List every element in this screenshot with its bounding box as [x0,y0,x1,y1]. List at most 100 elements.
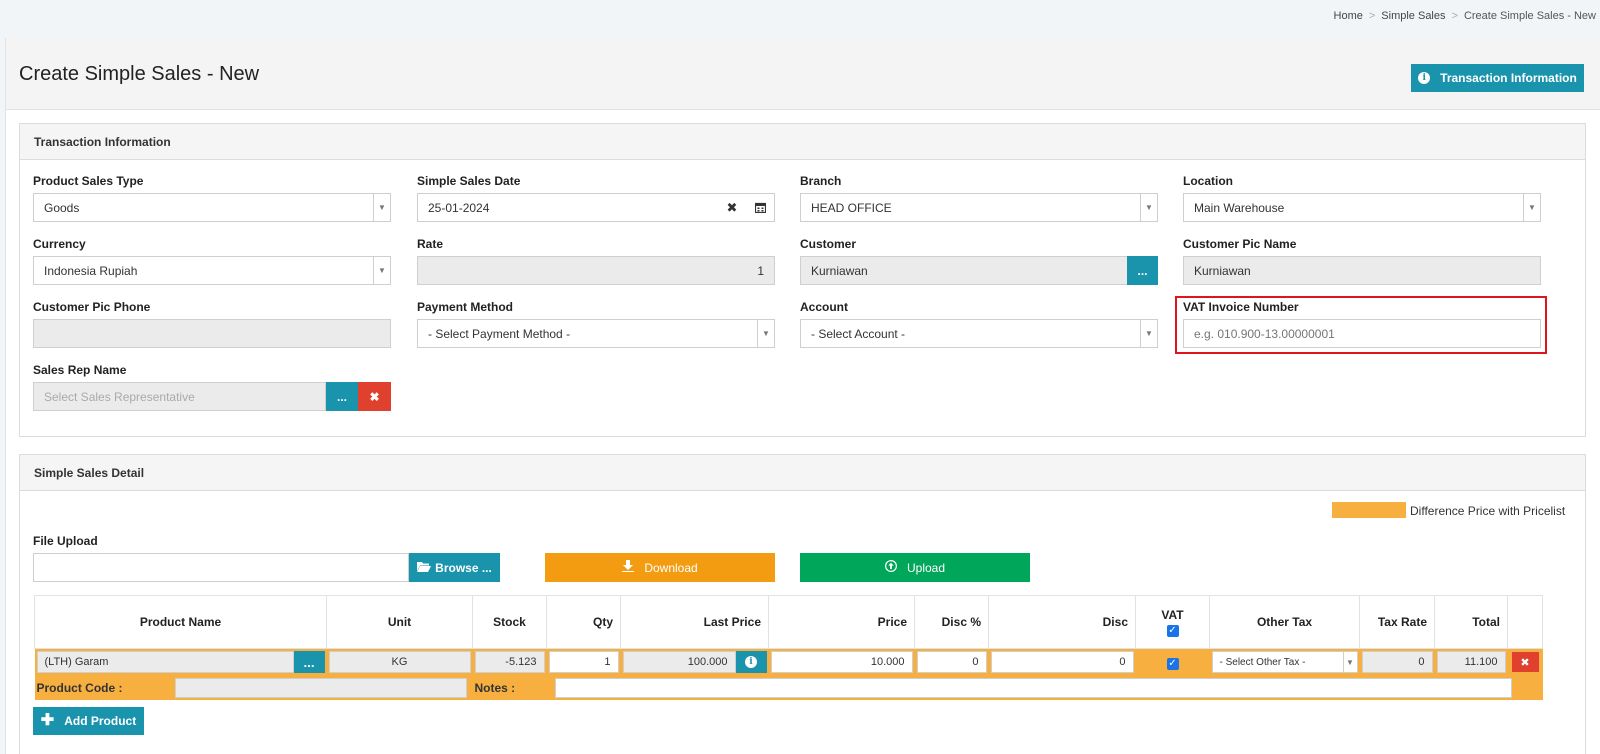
payment-method-value: - Select Payment Method - [428,326,571,341]
product-picker-button[interactable]: ... [293,651,325,673]
transaction-information-button[interactable]: i Transaction Information [1411,64,1584,92]
product-code-cell: Product Code : [34,675,473,700]
account-select[interactable]: - Select Account - ▼ [800,319,1158,348]
last-price-info-button[interactable]: i [735,651,767,673]
info-icon: i [1418,72,1431,84]
chevron-down-icon: ▼ [1140,194,1157,221]
product-code-label: Product Code : [36,680,123,695]
top-bar: Home > Simple Sales > Create Simple Sale… [0,0,1600,38]
product-code-row: Product Code : Notes : [34,675,1543,700]
page-header: Create Simple Sales - New i Transaction … [6,38,1600,110]
sales-rep-label: Sales Rep Name [33,363,127,377]
disc-cell: 0 [988,648,1136,675]
disc-percent-input[interactable]: 0 [916,651,987,673]
sales-rep-picker-button[interactable]: ... [326,382,358,411]
total-field: 11.100 [1436,651,1506,673]
other-tax-select[interactable]: - Select Other Tax - ▼ [1211,651,1358,673]
download-label: Download [644,560,698,575]
panel-heading: Simple Sales Detail [20,455,1585,491]
delete-cell: ✖ [1507,648,1543,675]
upload-button[interactable]: Upload [800,553,1030,582]
column-header: Stock [472,595,547,649]
browse-button[interactable]: Browse ... [409,553,500,582]
rate-field: 1 [417,256,775,285]
qty-input[interactable]: 1 [548,651,619,673]
last-price-group: 100.000 i [622,651,767,673]
other-tax-value: - Select Other Tax - [1219,656,1306,668]
product-sales-type-select[interactable]: Goods ▼ [33,193,391,222]
add-product-button[interactable]: ✚ Add Product [33,707,144,735]
upload-label: Upload [906,560,946,575]
chevron-down-icon: ▼ [1140,320,1157,347]
breadcrumb-separator: > [1368,10,1376,22]
branch-select[interactable]: HEAD OFFICE ▼ [800,193,1158,222]
sales-date-field[interactable]: 25-01-2024 ✖ [417,193,775,222]
notes-group: Notes : [473,677,1543,698]
upload-circle-icon [884,559,897,575]
download-icon [622,560,635,575]
customer-value: Kurniawan [811,263,868,278]
plus-icon: ✚ [40,712,55,729]
panel-heading: Transaction Information [20,124,1585,160]
column-header: Disc % [914,595,989,649]
branch-value: HEAD OFFICE [811,200,892,215]
column-header: Product Name [34,595,327,649]
vat-checkbox[interactable]: ✓ [1166,657,1179,670]
breadcrumb-simple-sales[interactable]: Simple Sales [1381,10,1445,22]
payment-method-label: Payment Method [417,300,514,314]
account-value: - Select Account - [811,326,906,341]
sales-rep-field: Select Sales Representative [33,382,326,411]
column-header: Disc [988,595,1136,649]
sales-date-label: Simple Sales Date [417,174,521,188]
file-upload-input[interactable] [33,553,409,582]
column-header: Unit [326,595,473,649]
chevron-down-icon: ▼ [1342,652,1357,672]
notes-input[interactable] [554,677,1512,698]
tax-rate-field: 0 [1361,651,1433,673]
customer-picker-button[interactable]: ... [1127,256,1158,285]
chevron-down-icon: ▼ [373,257,390,284]
column-header: Total [1434,595,1508,649]
breadcrumb-home[interactable]: Home [1334,10,1363,22]
breadcrumb-separator: > [1451,10,1458,22]
customer-label: Customer [800,237,857,251]
disc-input[interactable]: 0 [990,651,1134,673]
total-cell: 11.100 [1434,648,1508,675]
customer-field: Kurniawan [800,256,1128,285]
product-name-value: (LTH) Garam [44,656,109,668]
column-header: Other Tax [1209,595,1360,649]
vat-invoice-input[interactable] [1183,319,1541,348]
rate-label: Rate [417,237,444,251]
last-price-field: 100.000 [622,651,736,673]
chevron-down-icon: ▼ [757,320,774,347]
page-title: Create Simple Sales - New [19,63,260,85]
location-select[interactable]: Main Warehouse ▼ [1183,193,1541,222]
download-button[interactable]: Download [545,553,775,582]
payment-method-select[interactable]: - Select Payment Method - ▼ [417,319,775,348]
tax-rate-cell: 0 [1359,648,1435,675]
currency-value: Indonesia Rupiah [44,263,138,278]
account-label: Account [800,300,848,314]
sales-date-value: 25-01-2024 [428,200,490,215]
stock-field: -5.123 [474,651,545,673]
price-input[interactable]: 10.000 [770,651,913,673]
legend-swatch [1332,502,1406,518]
notes-label: Notes : [474,680,516,695]
clear-icon[interactable]: ✖ [718,200,746,216]
delete-row-button[interactable]: ✖ [1511,652,1539,672]
sales-rep-placeholder: Select Sales Representative [44,389,195,404]
vat-all-checkbox[interactable]: ✓ [1166,624,1179,637]
column-header: Last Price [620,595,769,649]
branch-label: Branch [800,174,842,188]
currency-select[interactable]: Indonesia Rupiah ▼ [33,256,391,285]
column-header: VAT [1161,607,1184,622]
currency-label: Currency [33,237,86,251]
last-price-cell: 100.000 i [620,648,769,675]
transaction-information-label: Transaction Information [1440,71,1577,85]
table-header-row: Product Name Unit Stock Qty Last Price P… [34,595,1543,649]
clear-sales-rep-button[interactable]: ✖ [358,382,391,411]
calendar-icon[interactable] [746,202,774,213]
price-cell: 10.000 [768,648,915,675]
stock-cell: -5.123 [472,648,547,675]
vat-cell: ✓ [1135,648,1210,675]
